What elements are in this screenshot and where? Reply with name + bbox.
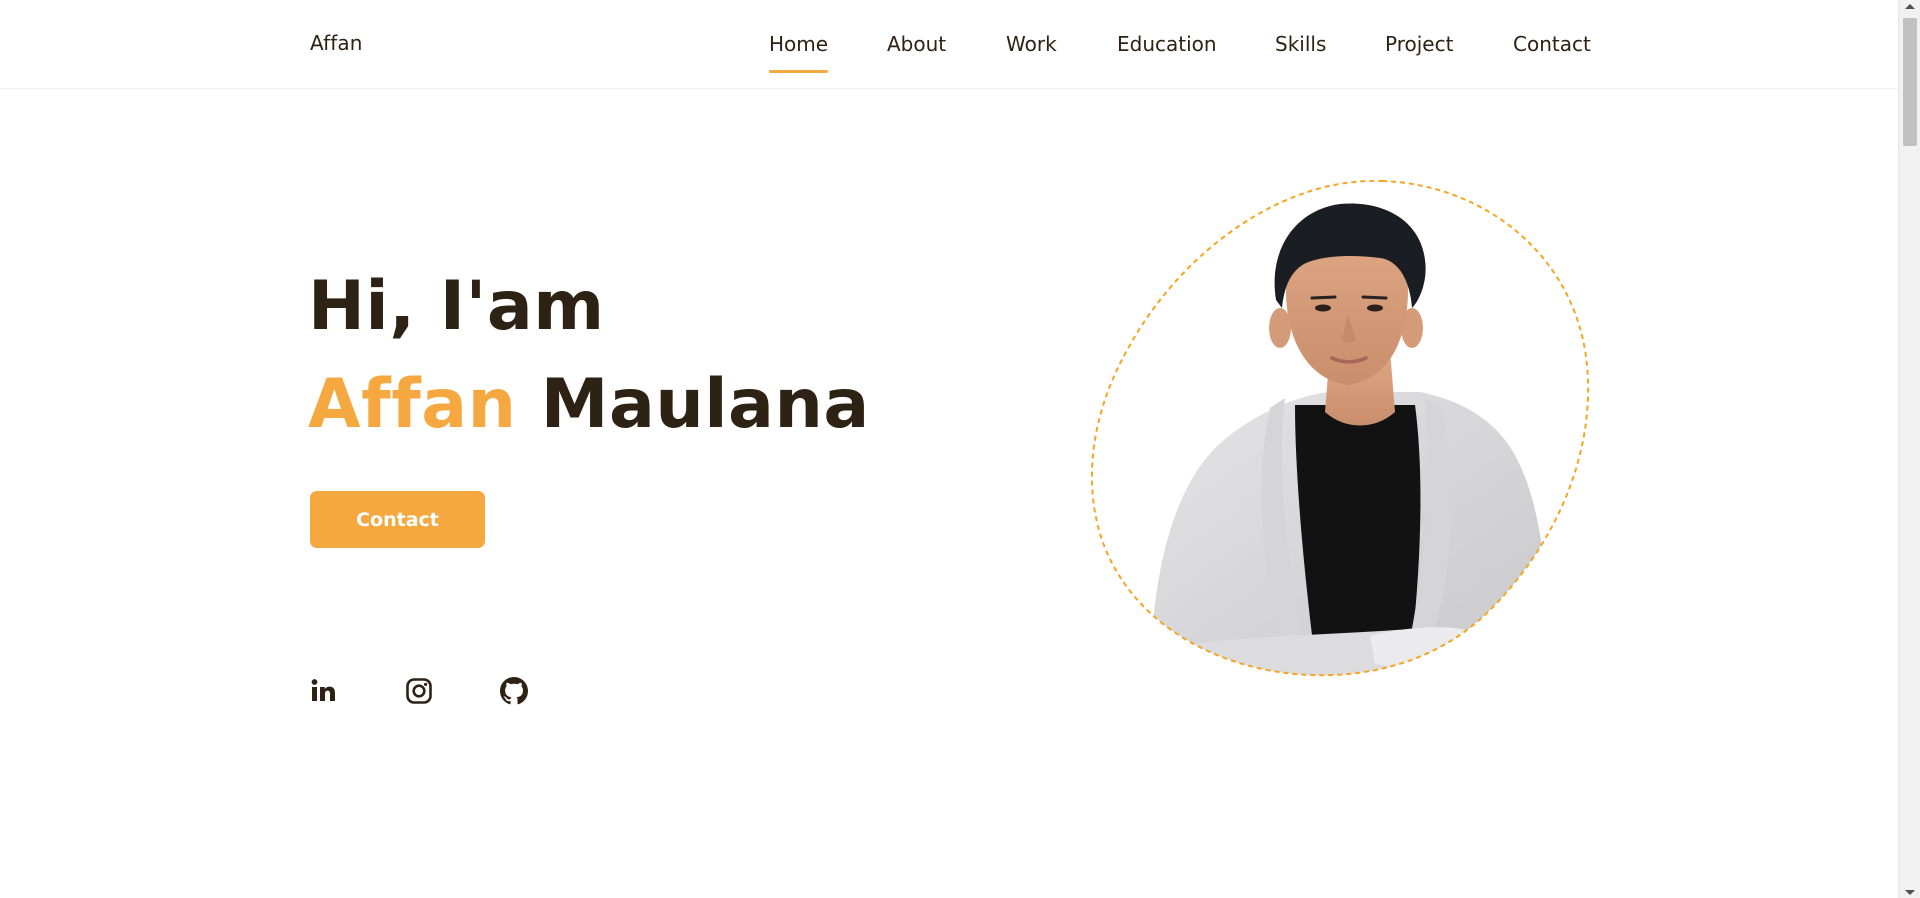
hero-first-name: Affan (308, 365, 517, 444)
linkedin-link[interactable] (310, 677, 338, 705)
github-link[interactable] (500, 677, 528, 705)
nav-education[interactable]: Education (1117, 31, 1217, 57)
scroll-thumb[interactable] (1903, 18, 1917, 146)
instagram-icon (406, 678, 432, 704)
scroll-down-arrow-icon[interactable] (1905, 890, 1915, 895)
linkedin-icon (311, 679, 335, 701)
nav-home[interactable]: Home (769, 31, 829, 73)
main-nav: Home About Work Education Skills Project… (0, 31, 1898, 81)
page-scrollbar[interactable] (1898, 0, 1920, 898)
profile-photo (1090, 180, 1590, 678)
profile-portrait-illustration (1090, 180, 1590, 677)
scroll-up-arrow-icon[interactable] (1905, 4, 1915, 9)
nav-about[interactable]: About (887, 31, 946, 57)
nav-work[interactable]: Work (1006, 31, 1057, 57)
nav-contact[interactable]: Contact (1513, 31, 1591, 57)
nav-skills[interactable]: Skills (1275, 31, 1326, 57)
instagram-link[interactable] (405, 677, 433, 705)
hero-last-name: Maulana (540, 365, 870, 444)
contact-button[interactable]: Contact (310, 491, 485, 548)
hero-greeting: Hi, I'am (308, 267, 605, 346)
github-icon (500, 677, 528, 705)
site-header: Affan Home About Work Education Skills P… (0, 0, 1898, 89)
nav-project[interactable]: Project (1385, 31, 1453, 57)
hero-title: Hi, I'am Affan Maulana (308, 258, 870, 454)
